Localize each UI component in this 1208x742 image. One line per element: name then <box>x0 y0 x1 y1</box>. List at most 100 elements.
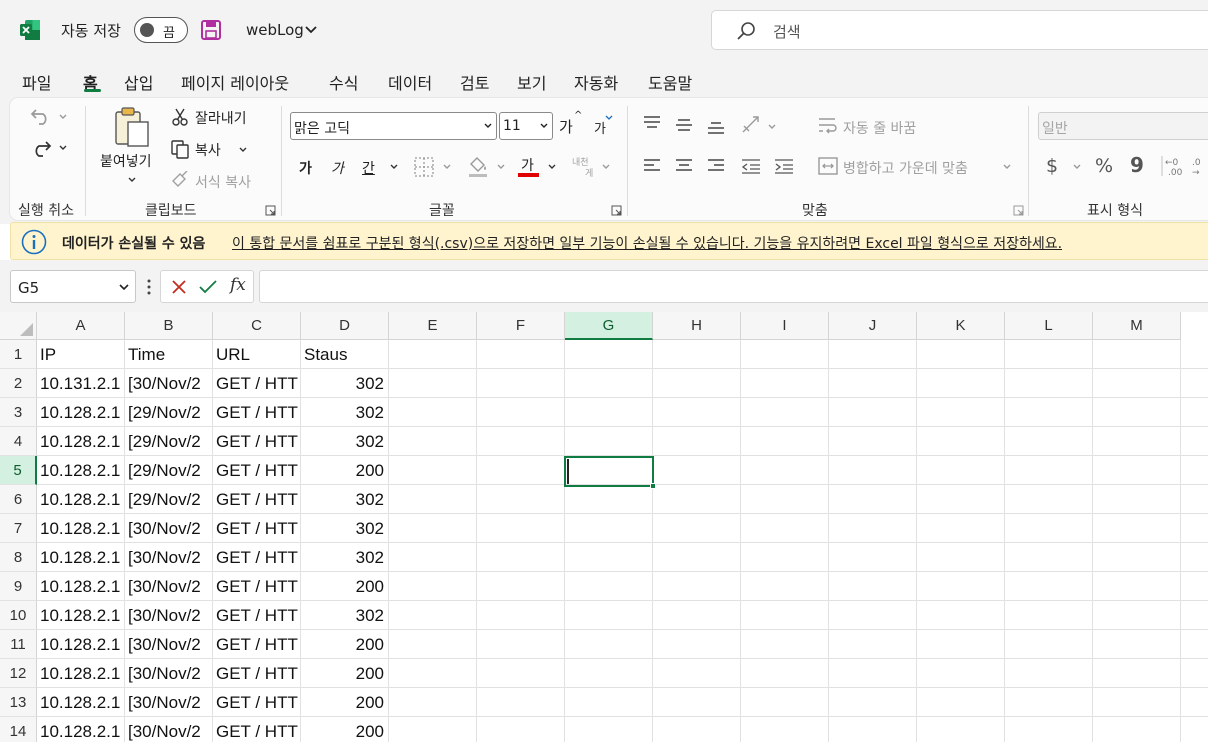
comma-style-button[interactable]: 9 <box>1130 153 1144 177</box>
active-cell-selection[interactable] <box>564 456 656 489</box>
autosave-toggle[interactable]: 끔 <box>134 17 188 43</box>
column-header-g[interactable]: G <box>565 312 653 340</box>
cell-c10[interactable]: GET / HTT <box>213 601 300 630</box>
cell-d8[interactable]: 302 <box>301 543 388 572</box>
select-all-button[interactable] <box>0 312 37 340</box>
warning-message-link[interactable]: 이 통합 문서를 쉼표로 구분된 형식(.csv)으로 저장하면 일부 기능이 … <box>232 233 1062 253</box>
font-size-select[interactable]: 11 <box>499 112 553 140</box>
insert-function-button[interactable]: fx <box>230 275 246 295</box>
cell-a7[interactable]: 10.128.2.1 <box>37 514 124 543</box>
column-header-m[interactable]: M <box>1093 312 1181 340</box>
decrease-indent-icon[interactable] <box>740 157 762 175</box>
align-top-icon[interactable] <box>642 114 662 132</box>
percent-button[interactable]: % <box>1095 155 1113 177</box>
row-header-3[interactable]: 3 <box>0 398 37 427</box>
number-format-select[interactable]: 일반 <box>1038 112 1208 140</box>
row-header-11[interactable]: 11 <box>0 630 37 659</box>
worksheet-grid[interactable]: A B C D E F G H I J K L M 1 2 3 4 5 6 7 8 9 10 11 12 13 14 IP Time UR… <box>0 312 1208 742</box>
fill-color-dropdown-icon[interactable] <box>496 162 506 172</box>
cut-button[interactable]: 잘라내기 <box>195 108 247 128</box>
cell-c6[interactable]: GET / HTT <box>213 485 300 514</box>
increase-decimal-icon[interactable]: ←0.00 <box>1160 154 1186 178</box>
align-middle-icon[interactable] <box>674 116 694 134</box>
font-name-select[interactable]: 맑은 고딕 <box>290 112 497 140</box>
row-header-7[interactable]: 7 <box>0 514 37 543</box>
cell-b14[interactable]: [30/Nov/2 <box>125 717 212 742</box>
cell-c3[interactable]: GET / HTT <box>213 398 300 427</box>
cell-a2[interactable]: 10.131.2.1 <box>37 369 124 398</box>
cell-a5[interactable]: 10.128.2.1 <box>37 456 124 485</box>
cell-b6[interactable]: [29/Nov/2 <box>125 485 212 514</box>
tab-page-layout[interactable]: 페이지 레이아웃 <box>181 70 289 94</box>
cell-d10[interactable]: 302 <box>301 601 388 630</box>
column-header-c[interactable]: C <box>213 312 301 340</box>
fill-color-icon[interactable] <box>467 154 489 178</box>
cell-d11[interactable]: 200 <box>301 630 388 659</box>
copy-dropdown-icon[interactable] <box>238 145 248 155</box>
copy-button[interactable]: 복사 <box>195 140 221 160</box>
cell-a14[interactable]: 10.128.2.1 <box>37 717 124 742</box>
paste-button[interactable]: 붙여넣기 <box>100 151 152 171</box>
cell-d7[interactable]: 302 <box>301 514 388 543</box>
cell-a1[interactable]: IP <box>37 340 124 369</box>
column-header-k[interactable]: K <box>917 312 1005 340</box>
alignment-launcher-icon[interactable] <box>1013 205 1024 216</box>
cell-b10[interactable]: [30/Nov/2 <box>125 601 212 630</box>
cell-a13[interactable]: 10.128.2.1 <box>37 688 124 717</box>
row-header-4[interactable]: 4 <box>0 427 37 456</box>
wrap-text-icon[interactable] <box>817 115 839 137</box>
format-painter-icon[interactable] <box>170 171 190 189</box>
orientation-dropdown-icon[interactable] <box>767 122 777 132</box>
align-center-icon[interactable] <box>674 157 694 175</box>
column-header-a[interactable]: A <box>37 312 125 340</box>
underline-dropdown-icon[interactable] <box>389 162 399 172</box>
cell-b2[interactable]: [30/Nov/2 <box>125 369 212 398</box>
clipboard-launcher-icon[interactable] <box>265 205 276 216</box>
cell-d13[interactable]: 200 <box>301 688 388 717</box>
cell-c2[interactable]: GET / HTT <box>213 369 300 398</box>
font-color-dropdown-icon[interactable] <box>547 162 557 172</box>
align-bottom-icon[interactable] <box>706 118 726 136</box>
cell-a11[interactable]: 10.128.2.1 <box>37 630 124 659</box>
column-header-l[interactable]: L <box>1005 312 1093 340</box>
cell-b9[interactable]: [30/Nov/2 <box>125 572 212 601</box>
column-header-f[interactable]: F <box>477 312 565 340</box>
row-header-10[interactable]: 10 <box>0 601 37 630</box>
tab-view[interactable]: 보기 <box>517 70 546 94</box>
cell-b11[interactable]: [30/Nov/2 <box>125 630 212 659</box>
cell-a3[interactable]: 10.128.2.1 <box>37 398 124 427</box>
column-header-i[interactable]: I <box>741 312 829 340</box>
fill-handle[interactable] <box>650 483 656 489</box>
cell-b4[interactable]: [29/Nov/2 <box>125 427 212 456</box>
decrease-decimal-icon[interactable]: .0→ <box>1190 154 1208 178</box>
cell-a9[interactable]: 10.128.2.1 <box>37 572 124 601</box>
tab-review[interactable]: 검토 <box>460 70 489 94</box>
cell-d2[interactable]: 302 <box>301 369 388 398</box>
orientation-icon[interactable] <box>740 114 764 136</box>
cell-b3[interactable]: [29/Nov/2 <box>125 398 212 427</box>
cell-b7[interactable]: [30/Nov/2 <box>125 514 212 543</box>
tab-data[interactable]: 데이터 <box>388 70 432 94</box>
row-header-5[interactable]: 5 <box>0 456 37 485</box>
font-launcher-icon[interactable] <box>611 205 622 216</box>
formula-input[interactable] <box>259 270 1208 303</box>
align-right-icon[interactable] <box>706 157 726 175</box>
tab-formulas[interactable]: 수식 <box>329 70 358 94</box>
column-header-e[interactable]: E <box>389 312 477 340</box>
cell-c5[interactable]: GET / HTT <box>213 456 300 485</box>
row-header-2[interactable]: 2 <box>0 369 37 398</box>
file-name[interactable]: webLog <box>246 21 304 39</box>
cell-b5[interactable]: [29/Nov/2 <box>125 456 212 485</box>
paste-dropdown-icon[interactable] <box>127 175 137 185</box>
currency-dropdown-icon[interactable] <box>1072 162 1082 172</box>
chevron-down-icon[interactable] <box>118 281 130 293</box>
cancel-icon[interactable] <box>171 279 187 295</box>
wrap-text-button[interactable]: 자동 줄 바꿈 <box>843 118 916 138</box>
borders-dropdown-icon[interactable] <box>442 162 452 172</box>
save-icon[interactable] <box>200 19 222 41</box>
undo-icon[interactable] <box>30 106 52 126</box>
cell-a6[interactable]: 10.128.2.1 <box>37 485 124 514</box>
cell-b13[interactable]: [30/Nov/2 <box>125 688 212 717</box>
column-header-b[interactable]: B <box>125 312 213 340</box>
redo-dropdown-icon[interactable] <box>58 143 68 153</box>
